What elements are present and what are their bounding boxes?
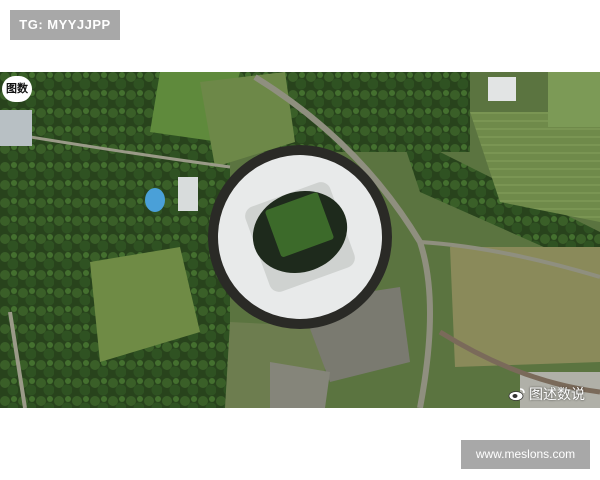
watermark: 图述数说 bbox=[508, 384, 585, 404]
logo-badge: 图数 bbox=[2, 76, 32, 102]
weibo-icon bbox=[508, 388, 525, 401]
stadium-aerial-photo bbox=[0, 72, 600, 408]
watermark-text: 图述数说 bbox=[529, 387, 585, 403]
top-tag: TG: MYYJJPP bbox=[10, 10, 120, 40]
bottom-tag: www.meslons.com bbox=[461, 440, 590, 469]
